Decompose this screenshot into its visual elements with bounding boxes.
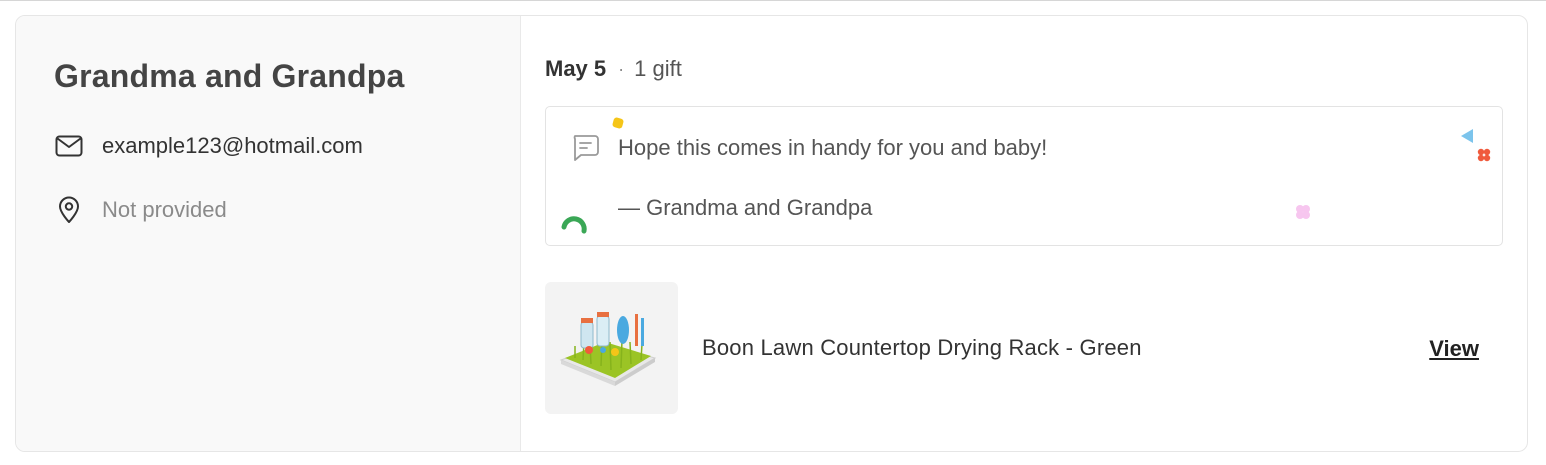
message-signature: — Grandma and Grandpa <box>618 195 873 220</box>
email-row: example123@hotmail.com <box>54 129 520 163</box>
contact-name: Grandma and Grandpa <box>54 58 405 94</box>
message-icon <box>570 133 600 168</box>
contact-panel: Grandma and Grandpa example123@hotmail.c… <box>16 16 521 451</box>
confetti-yellow-icon <box>612 117 624 129</box>
view-gift-link[interactable]: View <box>1429 336 1479 362</box>
confetti-blue-icon <box>1461 129 1473 143</box>
message-text: Hope this comes in handy for you and bab… <box>618 135 1048 160</box>
confetti-pink-icon <box>1296 205 1310 219</box>
confetti-green-icon <box>561 216 587 234</box>
top-border <box>0 0 1546 1</box>
gift-details: May 5 · 1 gift Hope this comes in handy … <box>521 16 1527 451</box>
gift-card: Grandma and Grandpa example123@hotmail.c… <box>15 15 1528 452</box>
gift-date: May 5 <box>545 56 607 81</box>
gift-name: Boon Lawn Countertop Drying Rack - Green <box>702 335 1142 360</box>
gift-message: Hope this comes in handy for you and bab… <box>545 106 1503 246</box>
mail-icon <box>54 131 84 161</box>
location-text: Not provided <box>102 197 227 222</box>
confetti-red-icon <box>1477 148 1491 162</box>
location-pin-icon <box>54 195 84 225</box>
email-text: example123@hotmail.com <box>102 133 363 158</box>
gift-count: 1 gift <box>634 56 682 81</box>
location-row: Not provided <box>54 193 520 227</box>
gift-item: Boon Lawn Countertop Drying Rack - Green… <box>545 282 1503 414</box>
drying-rack-product-image[interactable] <box>545 282 678 414</box>
separator-dot: · <box>618 58 625 79</box>
gift-summary: May 5 · 1 gift <box>545 56 1503 82</box>
